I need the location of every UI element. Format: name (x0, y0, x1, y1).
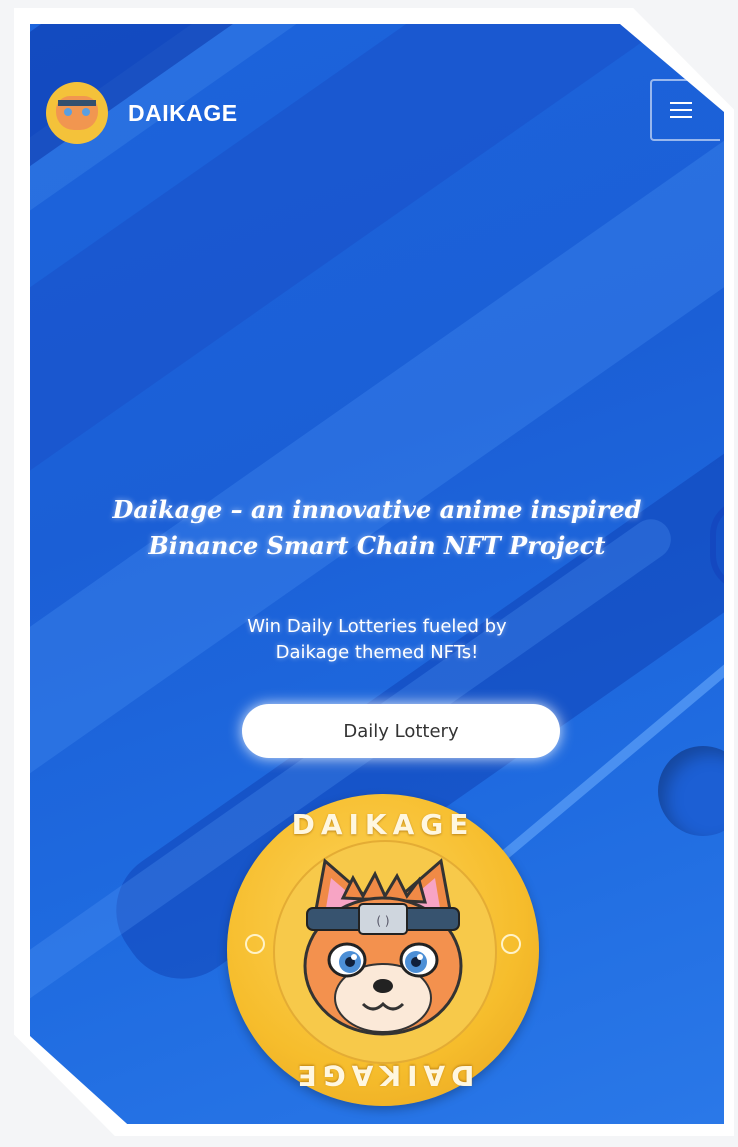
hero-headline: Daikage – an innovative anime inspired B… (30, 492, 724, 564)
daikage-logo-icon[interactable] (46, 82, 108, 144)
coin-top-text: DAIKAGE (291, 808, 475, 841)
daikage-coin-image: DAIKAGE DAIKAGE ( ) (227, 794, 539, 1106)
globe-icon (245, 934, 265, 954)
globe-icon (501, 934, 521, 954)
fox-face-icon (56, 96, 98, 130)
bg-bubble (658, 746, 724, 836)
headline-line-1: Daikage – an innovative anime inspired (112, 495, 642, 524)
subtitle-line-2: Daikage themed NFTs! (275, 642, 479, 663)
svg-text:( ): ( ) (376, 914, 389, 928)
daily-lottery-button[interactable]: Daily Lottery (242, 704, 560, 758)
hero-subtitle: Win Daily Lotteries fueled by Daikage th… (30, 614, 724, 666)
hamburger-menu-icon (670, 109, 692, 111)
headline-line-2: Binance Smart Chain NFT Project (148, 531, 606, 560)
fox-mascot-icon: ( ) (303, 858, 463, 1036)
brand-name[interactable]: DAIKAGE (128, 100, 238, 127)
subtitle-line-1: Win Daily Lotteries fueled by (247, 616, 507, 637)
app-screen: DAIKAGE Daikage – an innovative anime in… (30, 24, 724, 1124)
